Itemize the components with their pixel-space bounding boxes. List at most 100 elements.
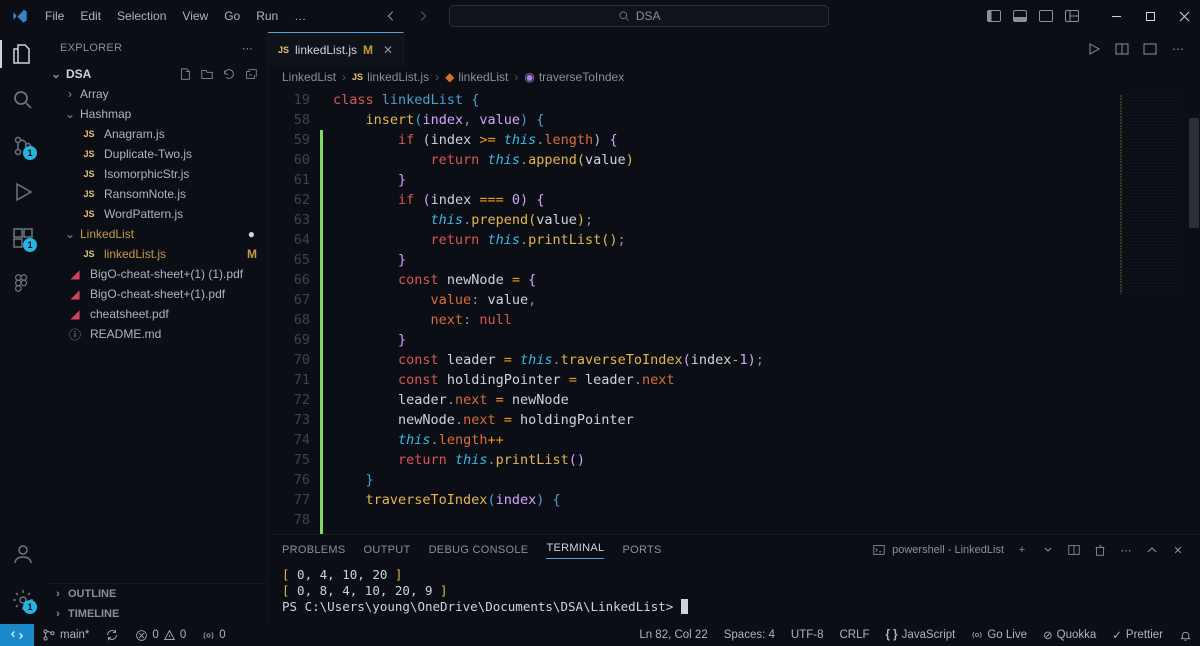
- panel-tab-ports[interactable]: PORTS: [622, 544, 661, 556]
- file-item[interactable]: ◢BigO-cheat-sheet+(1) (1).pdf: [46, 264, 267, 284]
- radio-icon: [202, 629, 215, 642]
- status-eol[interactable]: CRLF: [831, 628, 877, 642]
- command-center[interactable]: DSA: [449, 5, 829, 27]
- menu-selection[interactable]: Selection: [110, 5, 173, 27]
- menu-run[interactable]: Run: [249, 5, 285, 27]
- status-language[interactable]: { }JavaScript: [878, 628, 964, 642]
- activity-settings-icon[interactable]: 1: [11, 588, 35, 612]
- activity-scm-icon[interactable]: 1: [11, 134, 35, 158]
- status-prettier[interactable]: ✓Prettier: [1104, 628, 1171, 642]
- status-position[interactable]: Ln 82, Col 22: [631, 628, 715, 642]
- code-content[interactable]: class linkedList { insert(index, value) …: [323, 88, 1200, 534]
- timeline-section[interactable]: ›TIMELINE: [46, 604, 267, 624]
- activity-extensions-icon[interactable]: 1: [11, 226, 35, 250]
- folder-array[interactable]: › Array: [46, 84, 267, 104]
- remote-button[interactable]: [0, 624, 34, 646]
- minimap[interactable]: [1116, 88, 1186, 534]
- status-quokka[interactable]: ⊘Quokka: [1035, 628, 1104, 642]
- menu-file[interactable]: File: [38, 5, 71, 27]
- breadcrumb-item[interactable]: ◉traverseToIndex: [524, 70, 624, 84]
- menu-edit[interactable]: Edit: [73, 5, 108, 27]
- terminal-new-icon[interactable]: +: [1014, 542, 1030, 558]
- nav-forward-icon[interactable]: [415, 8, 431, 24]
- activity-explorer-icon[interactable]: [11, 42, 35, 66]
- terminal-kill-icon[interactable]: [1092, 542, 1108, 558]
- class-icon: ◆: [445, 70, 454, 84]
- breadcrumb[interactable]: LinkedList › JSlinkedList.js › ◆linkedLi…: [268, 66, 1200, 88]
- window-close-icon[interactable]: [1176, 8, 1192, 24]
- status-ports[interactable]: 0: [194, 629, 233, 642]
- more-actions-icon[interactable]: ⋯: [1170, 41, 1186, 57]
- panel-tab-terminal[interactable]: TERMINAL: [546, 542, 604, 559]
- ports-count: 0: [219, 629, 225, 641]
- status-encoding[interactable]: UTF-8: [783, 628, 832, 642]
- editor-tab[interactable]: JS linkedList.js M ✕: [268, 32, 404, 66]
- new-file-icon[interactable]: [177, 66, 193, 82]
- sidebar: EXPLORER ⋯ ⌄ DSA › Array ⌄ Hashmap JSAna…: [46, 32, 268, 624]
- js-file-icon: JS: [82, 249, 96, 259]
- terminal-label[interactable]: powershell - LinkedList: [872, 543, 1004, 557]
- file-item[interactable]: JSRansomNote.js: [46, 184, 267, 204]
- folder-hashmap[interactable]: ⌄ Hashmap: [46, 104, 267, 124]
- status-branch[interactable]: main*: [34, 628, 97, 642]
- customize-layout-icon[interactable]: [1064, 8, 1080, 24]
- file-item[interactable]: JSWordPattern.js: [46, 204, 267, 224]
- activity-debug-icon[interactable]: [11, 180, 35, 204]
- title-bar: File Edit Selection View Go Run … DSA: [0, 0, 1200, 32]
- tab-close-icon[interactable]: ✕: [383, 43, 393, 57]
- nav-back-icon[interactable]: [383, 8, 399, 24]
- activity-search-icon[interactable]: [11, 88, 35, 112]
- explorer-more-icon[interactable]: ⋯: [242, 42, 253, 55]
- layout-secondary-icon[interactable]: [1038, 8, 1054, 24]
- outline-section[interactable]: ›OUTLINE: [46, 584, 267, 604]
- collapse-all-icon[interactable]: [243, 66, 259, 82]
- toggle-panel-icon[interactable]: [1142, 41, 1158, 57]
- terminal-more-icon[interactable]: ⋯: [1118, 542, 1134, 558]
- breadcrumb-item[interactable]: LinkedList: [282, 70, 336, 84]
- breadcrumb-item[interactable]: JSlinkedList.js: [352, 70, 429, 84]
- run-icon[interactable]: [1086, 41, 1102, 57]
- breadcrumb-item[interactable]: ◆ linkedList: [445, 70, 508, 84]
- line-gutter: 1958596061626364656667686970717273747576…: [268, 88, 320, 534]
- menu-go[interactable]: Go: [217, 5, 247, 27]
- status-problems[interactable]: 0 0: [127, 629, 194, 642]
- file-item[interactable]: ◢BigO-cheat-sheet+(1).pdf: [46, 284, 267, 304]
- window-maximize-icon[interactable]: [1142, 8, 1158, 24]
- panel-close-icon[interactable]: ✕: [1170, 542, 1186, 558]
- vertical-scrollbar[interactable]: [1188, 88, 1200, 534]
- new-folder-icon[interactable]: [199, 66, 215, 82]
- panel-tab-debug[interactable]: DEBUG CONSOLE: [429, 544, 529, 556]
- terminal-dropdown-icon[interactable]: [1040, 542, 1056, 558]
- file-item[interactable]: JSAnagram.js: [46, 124, 267, 144]
- window-minimize-icon[interactable]: [1108, 8, 1124, 24]
- panel-tab-output[interactable]: OUTPUT: [364, 544, 411, 556]
- file-tree: ⌄ DSA › Array ⌄ Hashmap JSAnagram.js JSD…: [46, 64, 267, 583]
- activity-account-icon[interactable]: [11, 542, 35, 566]
- broadcast-icon: [971, 629, 983, 641]
- menu-overflow[interactable]: …: [287, 5, 313, 27]
- file-item[interactable]: JSIsomorphicStr.js: [46, 164, 267, 184]
- activity-figma-icon[interactable]: [11, 272, 35, 296]
- status-bell-icon[interactable]: [1171, 628, 1200, 642]
- code-editor[interactable]: 1958596061626364656667686970717273747576…: [268, 88, 1200, 534]
- refresh-icon[interactable]: [221, 66, 237, 82]
- panel-tab-problems[interactable]: PROBLEMS: [282, 544, 346, 556]
- status-golive[interactable]: Go Live: [963, 628, 1035, 642]
- terminal-split-icon[interactable]: [1066, 542, 1082, 558]
- layout-panel-icon[interactable]: [1012, 8, 1028, 24]
- split-right-icon[interactable]: [1114, 41, 1130, 57]
- terminal-output[interactable]: [ 0, 4, 10, 20 ] [ 0, 8, 4, 10, 20, 9 ] …: [268, 565, 1200, 624]
- file-linkedlist-js[interactable]: JS linkedList.js M: [46, 244, 267, 264]
- scrollbar-thumb[interactable]: [1189, 118, 1199, 228]
- panel-maximize-icon[interactable]: [1144, 542, 1160, 558]
- status-spaces[interactable]: Spaces: 4: [716, 628, 783, 642]
- workspace-root[interactable]: ⌄ DSA: [46, 64, 267, 84]
- file-item[interactable]: ◢cheatsheet.pdf: [46, 304, 267, 324]
- folder-linkedlist[interactable]: ⌄ LinkedList ●: [46, 224, 267, 244]
- file-item[interactable]: JSDuplicate-Two.js: [46, 144, 267, 164]
- layout-primary-icon[interactable]: [986, 8, 1002, 24]
- menu-view[interactable]: View: [175, 5, 215, 27]
- breadcrumb-label: linkedList: [458, 70, 508, 84]
- file-item[interactable]: ⓘREADME.md: [46, 324, 267, 344]
- status-sync[interactable]: [97, 628, 127, 642]
